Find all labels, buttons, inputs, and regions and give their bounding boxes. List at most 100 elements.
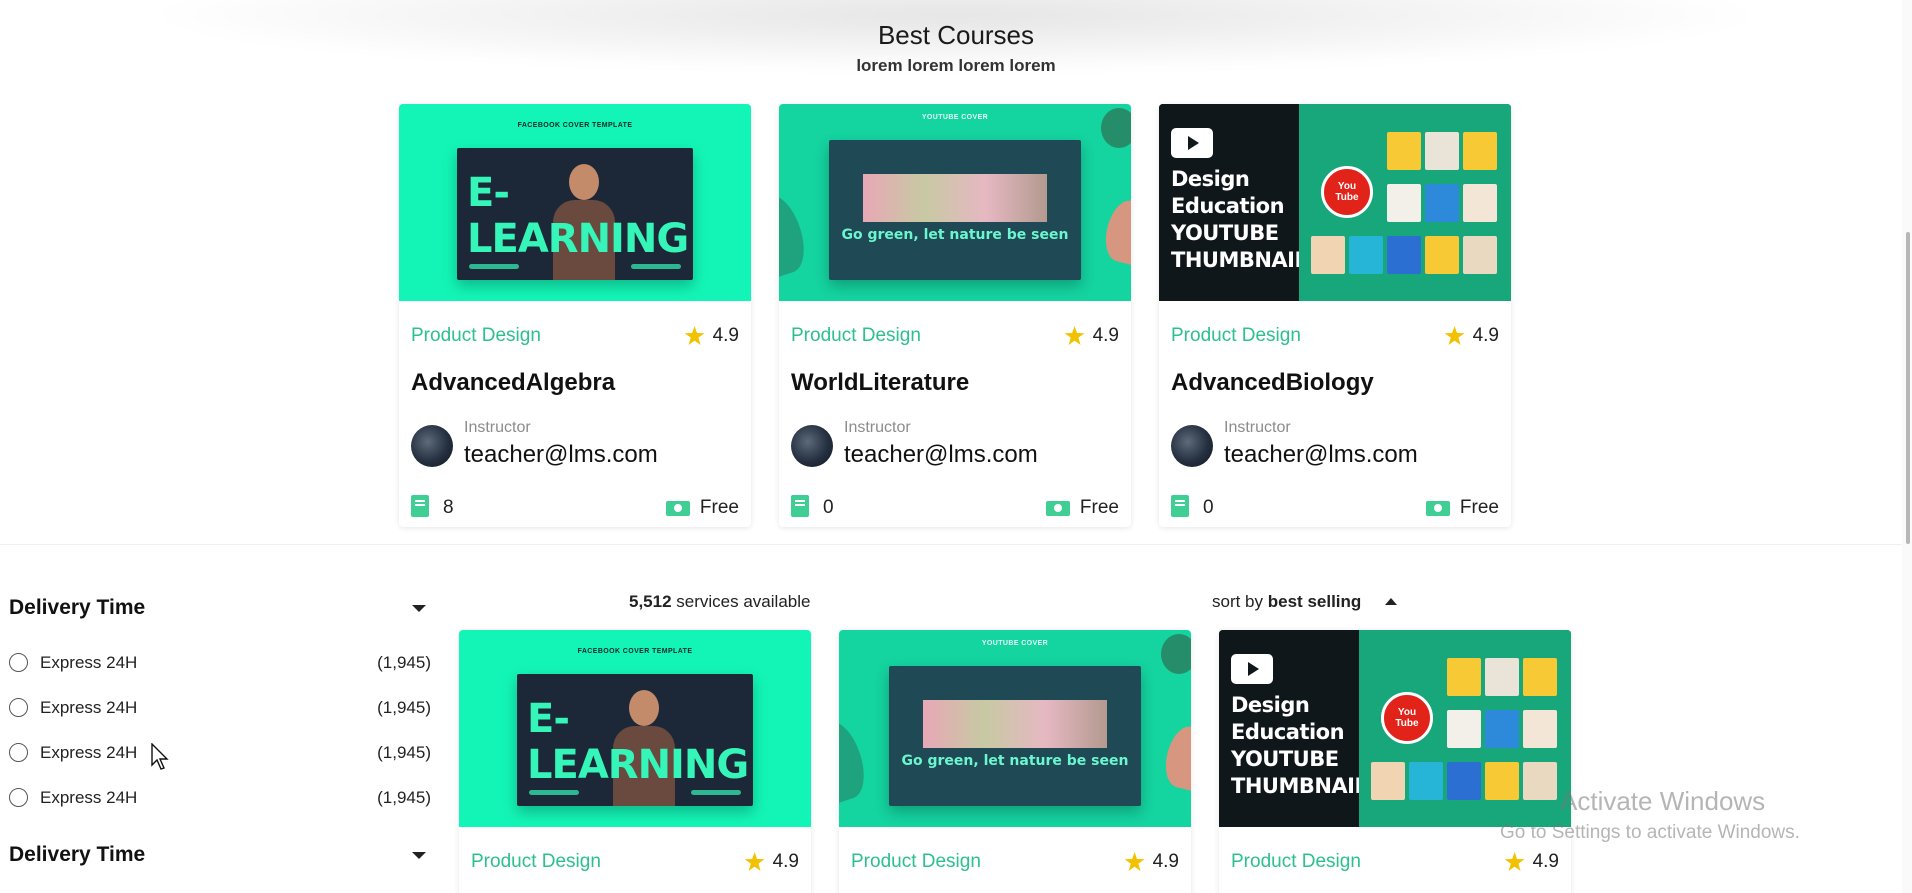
course-thumbnail[interactable]: YOUTUBE COVER Go green, let nature be se…	[779, 104, 1131, 301]
rating-value: 4.9	[1532, 851, 1559, 872]
radio-button[interactable]	[9, 653, 28, 672]
service-card[interactable]: FACEBOOK COVER TEMPLATE E-LEARNING Produ…	[459, 630, 811, 893]
filter-option[interactable]: Express 24H (1,945)	[9, 786, 431, 810]
radio-button[interactable]	[9, 788, 28, 807]
course-rating: 4.9	[1064, 325, 1119, 347]
thumbnail-headline: Go green, let nature be seen	[901, 753, 1129, 769]
thumbnail-label: FACEBOOK COVER TEMPLATE	[577, 648, 693, 655]
thumbnail-banner: Go green, let nature be seen	[889, 666, 1141, 806]
thumbnail-label: YOUTUBE COVER	[921, 114, 989, 121]
course-rating: 4.9	[684, 325, 739, 347]
course-thumbnail[interactable]: Design Education YOUTUBE THUMBNAIL	[1159, 104, 1511, 301]
sort-value[interactable]: best selling	[1268, 592, 1362, 611]
service-thumbnail[interactable]: Design Education YOUTUBE THUMBNAIL	[1219, 630, 1571, 827]
service-category[interactable]: Product Design	[1231, 851, 1361, 873]
course-category[interactable]: Product Design	[411, 325, 541, 347]
scrollbar[interactable]	[1902, 0, 1912, 893]
flowers-photo	[863, 174, 1047, 222]
course-title[interactable]: WorldLiterature	[791, 369, 969, 397]
course-price: Free	[1425, 497, 1499, 519]
instructor-email: teacher@lms.com	[844, 441, 1038, 468]
instructor-label: Instructor	[1224, 419, 1291, 436]
service-card[interactable]: YOUTUBE COVER Go green, let nature be se…	[839, 630, 1191, 893]
money-icon	[665, 500, 690, 516]
instructor-email: teacher@lms.com	[464, 441, 658, 468]
thumbnail-banner: E-LEARNING	[457, 148, 693, 280]
course-price: Free	[665, 497, 739, 519]
service-rating: 4.9	[744, 851, 799, 873]
thumbnail-headline: Go green, let nature be seen	[841, 227, 1069, 243]
filter-option[interactable]: Express 24H (1,945)	[9, 696, 431, 720]
thumbnail-headline: E-LEARNING	[467, 170, 689, 262]
service-rating: 4.9	[1124, 851, 1179, 873]
scrollbar-thumb[interactable]	[1906, 232, 1910, 544]
filter-option[interactable]: Express 24H (1,945)	[9, 651, 431, 675]
instructor-label: Instructor	[844, 419, 911, 436]
star-icon	[1504, 852, 1525, 871]
filter-option[interactable]: Express 24H (1,945)	[9, 741, 431, 765]
instructor-label: Instructor	[464, 419, 531, 436]
option-label: Express 24H	[40, 743, 138, 762]
radio-button[interactable]	[9, 743, 28, 762]
thumbnail-collage	[1359, 630, 1571, 827]
price-value: Free	[699, 497, 739, 518]
services-number: 5,512	[629, 592, 672, 611]
thumbnail-label: FACEBOOK COVER TEMPLATE	[517, 122, 633, 129]
play-icon	[1171, 128, 1213, 158]
course-title[interactable]: AdvancedAlgebra	[411, 369, 615, 397]
thumbnail-banner: Go green, let nature be seen	[829, 140, 1081, 280]
instructor-avatar	[1171, 425, 1213, 467]
thumbnail-collage	[1299, 104, 1511, 301]
sort-prefix: sort by	[1212, 592, 1264, 611]
service-category[interactable]: Product Design	[471, 851, 601, 873]
lesson-count: 0	[823, 497, 834, 518]
option-label: Express 24H	[40, 788, 138, 807]
instructor-avatar	[411, 425, 453, 467]
service-card[interactable]: Design Education YOUTUBE THUMBNAIL Produ…	[1219, 630, 1571, 893]
service-thumbnail[interactable]: FACEBOOK COVER TEMPLATE E-LEARNING	[459, 630, 811, 827]
course-thumbnail[interactable]: FACEBOOK COVER TEMPLATE E-LEARNING	[399, 104, 751, 301]
youtube-icon	[1381, 692, 1433, 744]
activation-watermark-subtitle: Go to Settings to activate Windows.	[1500, 822, 1800, 843]
service-rating: 4.9	[1504, 851, 1559, 873]
course-card[interactable]: YOUTUBE COVER Go green, let nature be se…	[779, 104, 1131, 527]
service-thumbnail[interactable]: YOUTUBE COVER Go green, let nature be se…	[839, 630, 1191, 827]
services-suffix: services available	[676, 592, 811, 611]
youtube-icon	[1321, 166, 1373, 218]
filter-heading-delivery-time[interactable]: Delivery Time	[9, 596, 145, 620]
option-label: Express 24H	[40, 653, 138, 672]
rating-value: 4.9	[1092, 325, 1119, 346]
course-category[interactable]: Product Design	[791, 325, 921, 347]
option-count: (1,945)	[377, 653, 431, 672]
play-icon	[1231, 654, 1273, 684]
price-value: Free	[1079, 497, 1119, 518]
money-icon	[1045, 500, 1070, 516]
service-category[interactable]: Product Design	[851, 851, 981, 873]
course-card[interactable]: FACEBOOK COVER TEMPLATE E-LEARNING Produ…	[399, 104, 751, 527]
thumbnail-headline: E-LEARNING	[527, 696, 749, 788]
section-title: Best Courses	[877, 20, 1035, 50]
activation-watermark-title: Activate Windows	[1560, 786, 1766, 816]
star-icon	[1444, 326, 1465, 345]
star-icon	[684, 326, 705, 345]
best-courses-section: Best Courses lorem lorem lorem lorem FAC…	[0, 0, 1912, 545]
course-category[interactable]: Product Design	[1171, 325, 1301, 347]
chevron-down-icon[interactable]	[412, 852, 426, 859]
star-icon	[744, 852, 765, 871]
course-title[interactable]: AdvancedBiology	[1171, 369, 1374, 397]
star-icon	[1124, 852, 1145, 871]
lesson-count: 8	[443, 497, 454, 518]
course-card[interactable]: Design Education YOUTUBE THUMBNAIL Produ…	[1159, 104, 1511, 527]
option-count: (1,945)	[377, 698, 431, 717]
radio-button[interactable]	[9, 698, 28, 717]
sort-control[interactable]: sort by best selling	[1212, 592, 1361, 612]
filter-heading-delivery-time[interactable]: Delivery Time	[9, 843, 145, 867]
instructor-email: teacher@lms.com	[1224, 441, 1418, 468]
chevron-up-icon[interactable]	[1385, 598, 1397, 605]
price-value: Free	[1459, 497, 1499, 518]
chevron-down-icon[interactable]	[412, 605, 426, 612]
option-label: Express 24H	[40, 698, 138, 717]
book-icon	[1171, 495, 1189, 517]
rating-value: 4.9	[1152, 851, 1179, 872]
course-rating: 4.9	[1444, 325, 1499, 347]
